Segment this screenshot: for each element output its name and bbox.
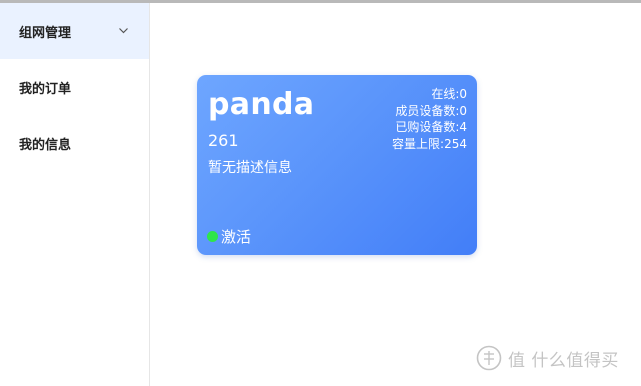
- sidebar-item-label: 我的信息: [19, 137, 72, 153]
- sidebar: 组网管理 我的订单 我的信息: [0, 3, 150, 386]
- watermark-logo-icon: [476, 345, 502, 371]
- sidebar-item-my-orders[interactable]: 我的订单: [0, 59, 149, 115]
- status-badge: 激活: [207, 226, 251, 247]
- network-description: 暂无描述信息: [208, 160, 292, 176]
- network-name: panda: [208, 87, 315, 122]
- network-id: 261: [208, 131, 239, 150]
- status-dot-icon: [207, 231, 218, 242]
- sidebar-item-label: 我的订单: [19, 81, 72, 97]
- stat-online: 在线:0: [431, 87, 467, 101]
- stat-capacity-limit: 容量上限:254: [392, 136, 467, 151]
- stat-purchased-devices: 已购设备数:4: [395, 120, 467, 134]
- network-card[interactable]: panda 261 暂无描述信息 在线:0 成员设备数:0 已购设备数:4 容量…: [197, 75, 477, 255]
- sidebar-item-network-management[interactable]: 组网管理: [0, 3, 149, 59]
- watermark-text: 值 什么值得买: [508, 350, 619, 371]
- stat-member-devices: 成员设备数:0: [395, 103, 467, 118]
- chevron-down-icon: [119, 28, 128, 34]
- watermark: 值 什么值得买: [476, 345, 619, 371]
- status-label: 激活: [221, 228, 252, 246]
- sidebar-item-my-info[interactable]: 我的信息: [0, 115, 149, 171]
- network-stats: 在线:0 成员设备数:0 已购设备数:4 容量上限:254: [392, 86, 467, 152]
- sidebar-item-label: 组网管理: [19, 25, 72, 41]
